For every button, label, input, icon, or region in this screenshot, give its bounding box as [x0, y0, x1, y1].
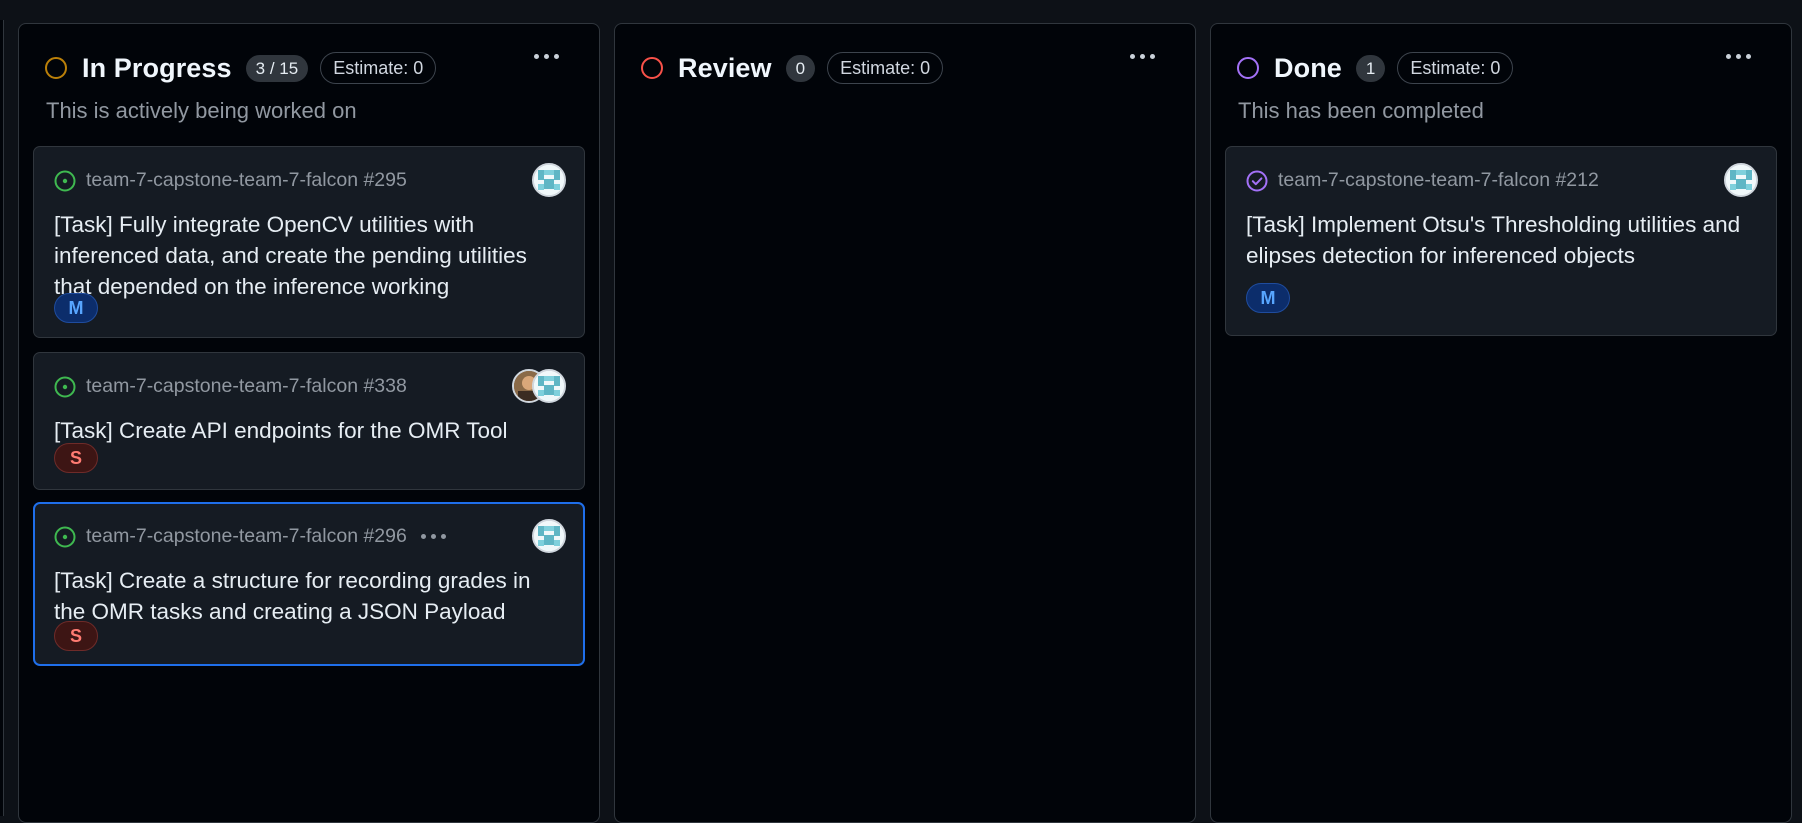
- column-description: This is actively being worked on: [46, 98, 357, 123]
- card-menu-button[interactable]: [420, 534, 446, 539]
- item-count-badge: 0: [785, 54, 816, 82]
- issue-card-selected[interactable]: team-7-capstone-team-7-falcon #296 [Task…: [33, 502, 585, 666]
- column-done: Done 1 Estimate: 0 This has been complet…: [1210, 23, 1792, 823]
- column-description: This has been completed: [1238, 98, 1484, 123]
- kebab-dot-icon: [1746, 54, 1751, 59]
- kebab-dot-icon: [440, 534, 446, 539]
- estimate-badge: Estimate: 0: [827, 52, 944, 84]
- issue-closed-icon: [1246, 170, 1268, 191]
- issue-card[interactable]: team-7-capstone-team-7-falcon #295 [Task…: [33, 146, 585, 338]
- size-label[interactable]: S: [54, 621, 98, 651]
- avatar[interactable]: [532, 369, 566, 403]
- card-title[interactable]: [Task] Create a structure for recording …: [54, 565, 555, 627]
- status-circle-icon: [45, 57, 67, 79]
- issue-card[interactable]: team-7-capstone-team-7-falcon #212 [Task…: [1225, 146, 1777, 336]
- identicon-avatar-icon: [1726, 165, 1756, 195]
- column-menu-button[interactable]: [1726, 54, 1751, 59]
- item-count-badge: 3 / 15: [245, 54, 309, 82]
- identicon-avatar-icon: [534, 521, 564, 551]
- assignees[interactable]: [512, 369, 566, 403]
- card-title[interactable]: [Task] Implement Otsu's Thresholding uti…: [1246, 209, 1748, 271]
- kebab-dot-icon: [1150, 54, 1155, 59]
- column-header: Done 1 Estimate: 0: [1237, 48, 1771, 88]
- issue-repo-number[interactable]: team-7-capstone-team-7-falcon #212: [1278, 169, 1599, 192]
- issue-repo-number[interactable]: team-7-capstone-team-7-falcon #295: [86, 169, 407, 192]
- kebab-dot-icon: [420, 534, 426, 539]
- card-meta: team-7-capstone-team-7-falcon #295: [54, 169, 407, 192]
- size-label[interactable]: M: [54, 293, 98, 323]
- issue-repo-number[interactable]: team-7-capstone-team-7-falcon #296: [86, 525, 407, 548]
- kebab-dot-icon: [430, 534, 436, 539]
- size-label[interactable]: M: [1246, 283, 1290, 313]
- kebab-dot-icon: [534, 54, 539, 59]
- kebab-dot-icon: [1736, 54, 1741, 59]
- status-circle-icon: [641, 57, 663, 79]
- estimate-badge: Estimate: 0: [1397, 52, 1514, 84]
- card-meta: team-7-capstone-team-7-falcon #338: [54, 375, 407, 398]
- item-count-badge: 1: [1355, 54, 1386, 82]
- issue-opened-icon: [54, 170, 76, 191]
- identicon-avatar-icon: [534, 371, 564, 401]
- project-board: In Progress 3 / 15 Estimate: 0 This is a…: [0, 0, 1802, 823]
- column-in-progress: In Progress 3 / 15 Estimate: 0 This is a…: [18, 23, 600, 823]
- column-menu-button[interactable]: [534, 54, 559, 59]
- column-review: Review 0 Estimate: 0: [614, 23, 1196, 823]
- kebab-dot-icon: [554, 54, 559, 59]
- card-meta: team-7-capstone-team-7-falcon #296: [54, 525, 446, 548]
- issue-repo-number[interactable]: team-7-capstone-team-7-falcon #338: [86, 375, 407, 398]
- assignees[interactable]: [532, 163, 566, 197]
- column-header: Review 0 Estimate: 0: [641, 48, 1175, 88]
- avatar[interactable]: [1724, 163, 1758, 197]
- card-title[interactable]: [Task] Create API endpoints for the OMR …: [54, 415, 556, 446]
- assignees[interactable]: [1724, 163, 1758, 197]
- avatar[interactable]: [532, 519, 566, 553]
- size-label[interactable]: S: [54, 443, 98, 473]
- column-title: Review: [678, 52, 772, 83]
- issue-opened-icon: [54, 376, 76, 397]
- previous-column-edge: [0, 20, 4, 816]
- card-meta: team-7-capstone-team-7-falcon #212: [1246, 169, 1599, 192]
- column-menu-button[interactable]: [1130, 54, 1155, 59]
- assignees[interactable]: [532, 519, 566, 553]
- column-title: Done: [1274, 52, 1342, 83]
- identicon-avatar-icon: [534, 165, 564, 195]
- kebab-dot-icon: [544, 54, 549, 59]
- kebab-dot-icon: [1140, 54, 1145, 59]
- column-header: In Progress 3 / 15 Estimate: 0: [45, 48, 579, 88]
- kebab-dot-icon: [1726, 54, 1731, 59]
- card-title[interactable]: [Task] Fully integrate OpenCV utilities …: [54, 209, 556, 302]
- status-circle-icon: [1237, 57, 1259, 79]
- avatar[interactable]: [532, 163, 566, 197]
- column-title: In Progress: [82, 52, 232, 83]
- issue-opened-icon: [54, 526, 76, 547]
- kebab-dot-icon: [1130, 54, 1135, 59]
- estimate-badge: Estimate: 0: [320, 52, 437, 84]
- issue-card[interactable]: team-7-capstone-team-7-falcon #338 [Task…: [33, 352, 585, 490]
